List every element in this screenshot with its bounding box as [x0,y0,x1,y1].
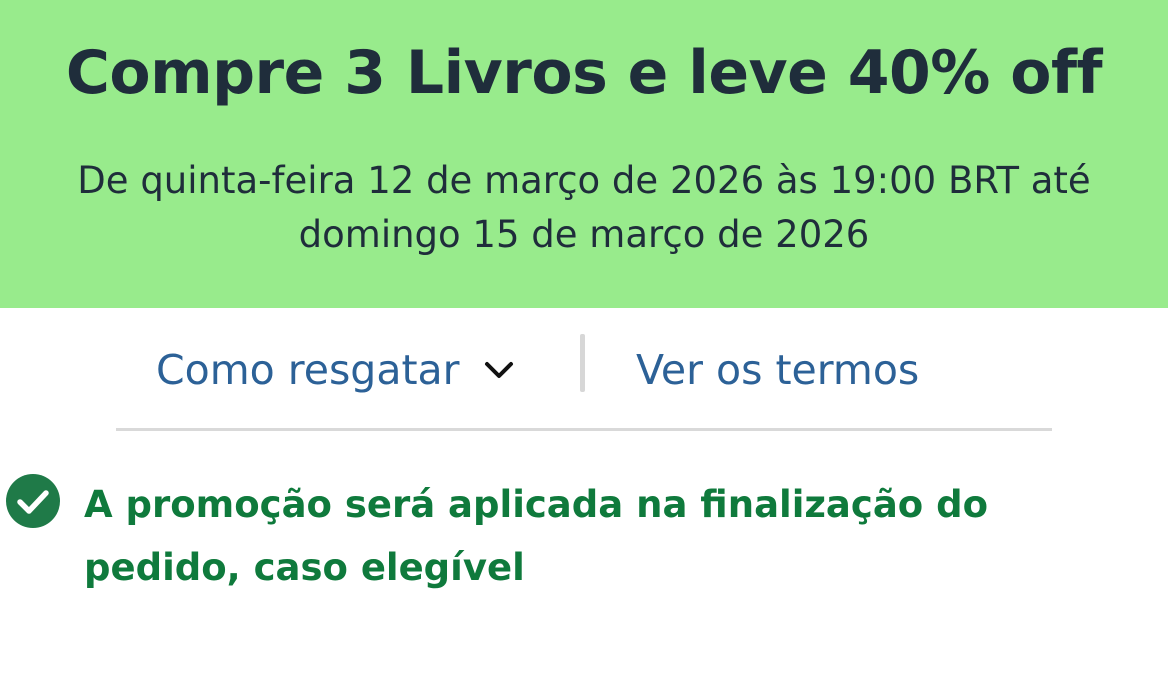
promo-actions: Como resgatar Ver os termos [0,330,1168,410]
actions-divider [580,334,585,392]
promo-dates: De quinta-feira 12 de março de 2026 às 1… [77,159,1091,256]
how-to-redeem-label: Como resgatar [156,346,460,394]
how-to-redeem-button[interactable]: Como resgatar [156,340,518,400]
check-circle-icon [6,474,60,528]
promo-title: Compre 3 Livros e leve 40% off [65,38,1103,108]
promo-banner: Compre 3 Livros e leve 40% off De quinta… [0,0,1168,308]
promo-notice-text: A promoção será aplicada na finalização … [84,483,989,589]
chevron-down-icon [484,362,513,378]
section-divider [116,428,1052,431]
view-terms-link[interactable]: Ver os termos [636,340,919,400]
